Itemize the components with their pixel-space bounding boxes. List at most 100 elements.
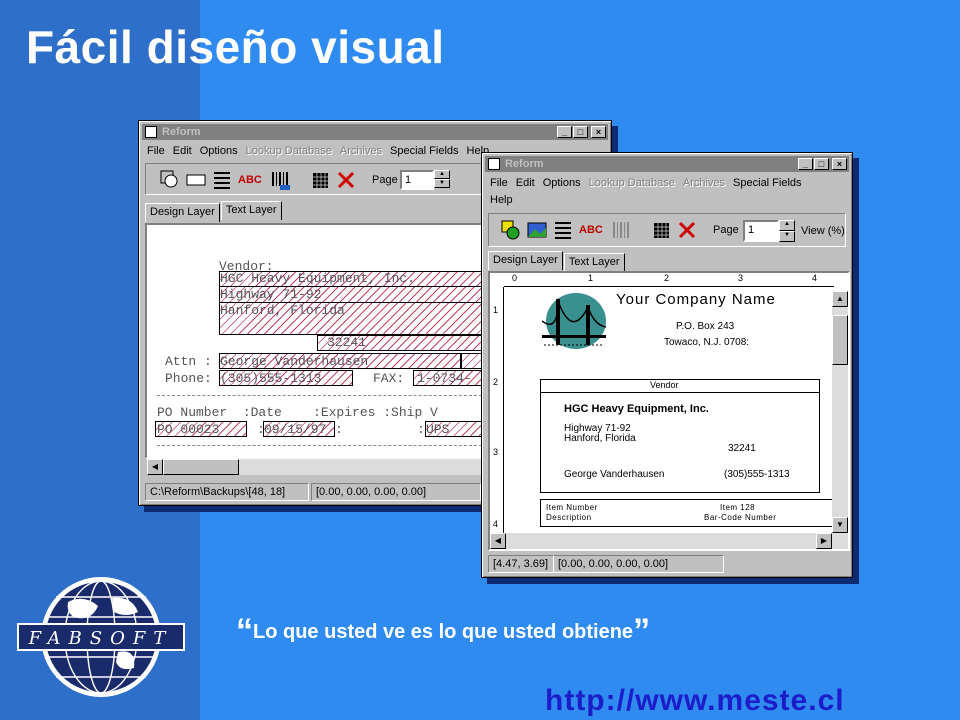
- front-toolbar: ABC Page 1 ▲ ▼ View (%): [488, 213, 846, 247]
- open-quote: “: [236, 612, 253, 650]
- vruler-label: 3: [493, 447, 499, 457]
- vendor-contact: George Vanderhausen: [564, 469, 665, 480]
- vendor-name: HGC Heavy Equipment, Inc.: [220, 271, 416, 286]
- slide-title: Fácil diseño visual: [26, 21, 445, 73]
- tab-design-layer[interactable]: Design Layer: [145, 203, 220, 222]
- scroll-up-button[interactable]: ▲: [832, 291, 848, 307]
- tab-design-layer[interactable]: Design Layer: [488, 251, 563, 270]
- front-hscrollbar[interactable]: ◀ ▶: [490, 533, 848, 549]
- page-spinner[interactable]: ▲ ▼: [779, 220, 795, 242]
- menu-options[interactable]: Options: [196, 143, 242, 160]
- abc-text-tool-icon[interactable]: ABC: [238, 170, 264, 190]
- barcode-tool-icon[interactable]: [270, 170, 290, 190]
- page-input[interactable]: 1: [400, 170, 434, 190]
- shape-tool-icon[interactable]: [160, 170, 180, 190]
- menu-edit[interactable]: Edit: [169, 143, 196, 160]
- vendor-header-bar: [540, 379, 820, 393]
- status-path: C:\Reform\Backups\[48, 18]: [145, 483, 309, 501]
- separator-line-2: [157, 445, 485, 446]
- abc-text-tool-icon[interactable]: ABC: [579, 220, 605, 240]
- status-coords-2: [0.00, 0.00, 0.00, 0.00]: [554, 555, 724, 573]
- page-input[interactable]: 1: [743, 220, 779, 242]
- page-label: Page: [713, 224, 739, 236]
- menu-special-fields[interactable]: Special Fields: [729, 175, 805, 192]
- maximize-button[interactable]: □: [814, 158, 829, 170]
- menu-file[interactable]: File: [143, 143, 169, 160]
- fax-label: FAX:: [373, 371, 405, 386]
- scroll-left-button[interactable]: ◀: [490, 533, 506, 549]
- delete-icon[interactable]: [677, 220, 697, 240]
- shape-tool-icon[interactable]: [501, 220, 521, 240]
- website-url[interactable]: http://www.meste.cl: [545, 684, 845, 718]
- vendor-phone: (305)555-1313: [724, 469, 790, 480]
- company-name: Your Company Name: [616, 291, 776, 308]
- minimize-button[interactable]: _: [557, 126, 572, 138]
- vruler-label: 2: [493, 377, 499, 387]
- vscroll-thumb[interactable]: [832, 315, 848, 365]
- back-hscrollbar[interactable]: ◀: [147, 459, 487, 475]
- barcode-tool-icon[interactable]: [611, 220, 631, 240]
- status-coords: [0.00, 0.00, 0.00, 0.00]: [311, 483, 481, 501]
- image-tool-icon[interactable]: [527, 220, 547, 240]
- scroll-left-button[interactable]: ◀: [147, 459, 163, 475]
- tagline: “Lo que usted ve es lo que usted obtiene…: [236, 612, 650, 651]
- date-value: 09/15/97: [264, 422, 327, 437]
- text-layer-canvas[interactable]: Vendor: HGC Heavy Equipment, Inc. Highwa…: [145, 223, 487, 459]
- vendor-address2: Hanford, Florida: [564, 433, 636, 444]
- maximize-button[interactable]: □: [573, 126, 588, 138]
- barcode-label: Bar-Code Number: [704, 513, 777, 522]
- menu-archives[interactable]: Archives: [336, 143, 386, 160]
- ruler-label: 1: [588, 273, 594, 283]
- text-block-tool-icon[interactable]: [553, 220, 573, 240]
- ruler-label: 0: [512, 273, 518, 283]
- menu-lookup-database[interactable]: Lookup Database: [242, 143, 336, 160]
- separator-line: [157, 395, 485, 396]
- po-box: P.O. Box 243: [676, 321, 735, 332]
- vendor-header: Vendor: [650, 380, 679, 390]
- delete-icon[interactable]: [336, 170, 356, 190]
- back-tabs: Design Layer Text Layer: [145, 201, 283, 222]
- scroll-down-button[interactable]: ▼: [832, 517, 848, 533]
- front-vscrollbar[interactable]: ▲ ▼: [832, 291, 848, 533]
- vertical-ruler: 1 2 3 4: [490, 287, 504, 537]
- hscroll-thumb[interactable]: [163, 459, 239, 475]
- close-button[interactable]: ×: [832, 158, 847, 170]
- vruler-label: 4: [493, 519, 499, 529]
- ruler-label: 2: [664, 273, 670, 283]
- po-sep-expires: :: [335, 422, 343, 437]
- item-value: Item 128: [720, 503, 756, 512]
- scroll-right-button[interactable]: ▶: [816, 533, 832, 549]
- tab-text-layer[interactable]: Text Layer: [563, 253, 625, 272]
- grid-tool-icon[interactable]: [310, 170, 330, 190]
- back-titlebar[interactable]: Reform _ □ ×: [142, 124, 608, 140]
- menu-edit[interactable]: Edit: [512, 175, 539, 192]
- rectangle-tool-icon[interactable]: [186, 170, 206, 190]
- front-window-title: Reform: [505, 158, 544, 170]
- vruler-label: 1: [493, 305, 499, 315]
- menu-lookup-database[interactable]: Lookup Database: [585, 175, 679, 192]
- design-layer-canvas[interactable]: 0 1 2 3 4 1 2 3 4 Your Company Name P.O.…: [488, 271, 850, 551]
- vendor-zip: 32241: [728, 443, 756, 454]
- menu-archives[interactable]: Archives: [679, 175, 729, 192]
- grid-tool-icon[interactable]: [651, 220, 671, 240]
- menu-special-fields[interactable]: Special Fields: [386, 143, 462, 160]
- horizontal-ruler: 0 1 2 3 4: [504, 273, 834, 287]
- tagline-text: Lo que usted ve es lo que usted obtiene: [253, 621, 634, 643]
- ruler-label: 3: [738, 273, 744, 283]
- menu-options[interactable]: Options: [539, 175, 585, 192]
- menu-file[interactable]: File: [486, 175, 512, 192]
- minimize-button[interactable]: _: [798, 158, 813, 170]
- close-button[interactable]: ×: [591, 126, 606, 138]
- phone-value: (305)555-1313: [220, 371, 322, 386]
- address2: Hanford, Florida: [220, 303, 345, 318]
- page-spinner[interactable]: ▲ ▼: [434, 170, 450, 188]
- menu-help[interactable]: Help: [486, 192, 517, 209]
- text-block-tool-icon[interactable]: [212, 170, 232, 190]
- fabsoft-logo-text: FABSOFT: [28, 628, 174, 649]
- front-titlebar[interactable]: Reform _ □ ×: [485, 156, 849, 172]
- phone-label: Phone:: [165, 371, 212, 386]
- po-header: PO Number :Date :Expires :Ship V: [157, 405, 438, 420]
- status-coords-1: [4.47, 3.69]: [488, 555, 554, 573]
- app-icon: [145, 126, 157, 138]
- tab-text-layer[interactable]: Text Layer: [220, 201, 282, 220]
